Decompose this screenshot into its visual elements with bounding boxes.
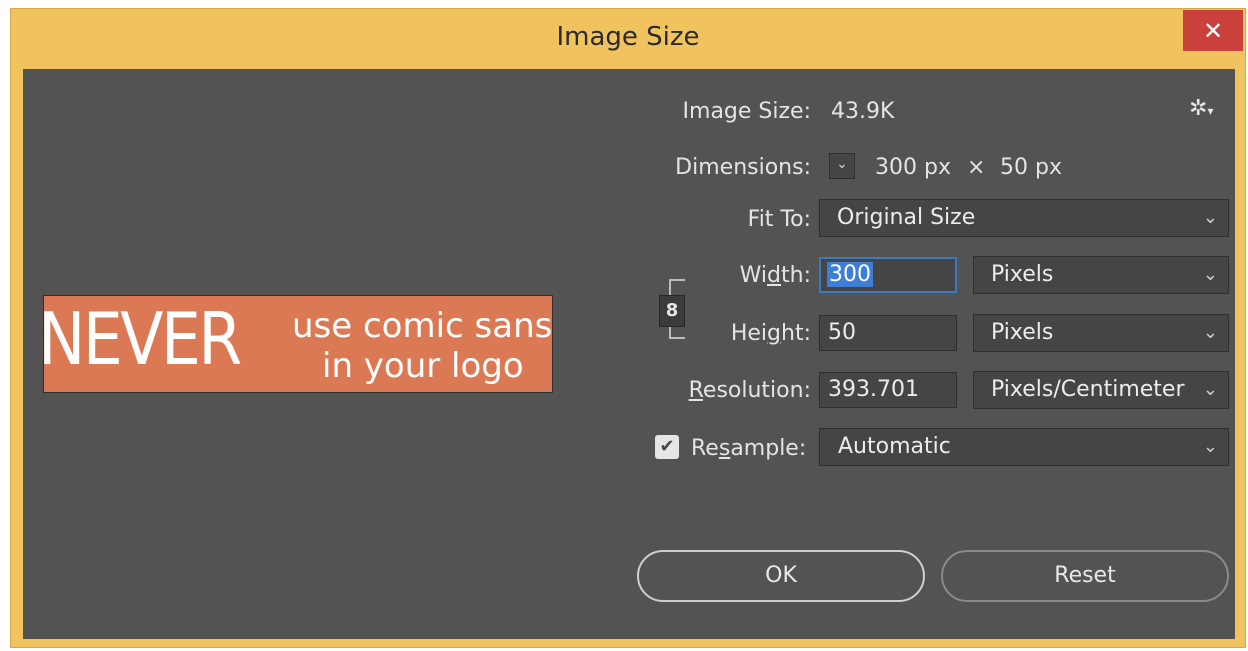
- width-unit-select[interactable]: Pixels ⌄: [973, 256, 1229, 294]
- fit-to-value: Original Size: [837, 205, 976, 230]
- image-size-label: Image Size:: [682, 99, 811, 124]
- width-label-a: Wi: [739, 263, 768, 288]
- chevron-down-icon: ⌄: [1202, 264, 1218, 285]
- resolution-label: Resolution:: [663, 378, 811, 403]
- height-label-b: g: [767, 321, 782, 346]
- gear-icon: ✲: [1189, 96, 1208, 121]
- height-label-a: Hei: [730, 321, 768, 346]
- title-bar[interactable]: Image Size ✕: [11, 9, 1245, 69]
- dimensions-height: 50 px: [1000, 155, 1062, 180]
- resolution-label-b: esolution:: [702, 378, 811, 403]
- constrain-proportions-button[interactable]: 8: [659, 295, 685, 327]
- resample-value: Automatic: [838, 434, 951, 459]
- fit-to-label: Fit To:: [747, 207, 811, 232]
- resolution-label-a: R: [688, 378, 703, 403]
- resample-label: Resample:: [691, 436, 811, 461]
- settings-menu-button[interactable]: ✲▾: [1189, 96, 1213, 121]
- dropdown-caret-icon: ▾: [1207, 104, 1214, 118]
- width-label: Width:: [703, 263, 811, 288]
- dialog-title: Image Size: [556, 22, 700, 52]
- fit-to-select[interactable]: Original Size ⌄: [819, 199, 1229, 237]
- height-label: Height:: [703, 321, 811, 346]
- close-icon: ✕: [1202, 16, 1224, 45]
- resample-label-c: ample:: [730, 436, 807, 461]
- resolution-unit-value: Pixels/Centimeter: [991, 377, 1185, 402]
- width-label-b: d: [767, 263, 782, 288]
- link-bracket-top: [669, 279, 685, 281]
- reset-button[interactable]: Reset: [941, 550, 1229, 602]
- dimensions-width: 300 px: [875, 155, 951, 180]
- resample-label-a: Re: [691, 436, 719, 461]
- close-button[interactable]: ✕: [1183, 10, 1243, 51]
- ok-button[interactable]: OK: [637, 550, 925, 602]
- dimensions-toggle[interactable]: ⌄: [829, 153, 855, 179]
- dimensions-label: Dimensions:: [675, 155, 811, 180]
- height-unit-value: Pixels: [991, 320, 1054, 345]
- resolution-input[interactable]: 393.701: [819, 372, 957, 408]
- height-unit-select[interactable]: Pixels ⌄: [973, 314, 1229, 352]
- resolution-unit-select[interactable]: Pixels/Centimeter ⌄: [973, 371, 1229, 409]
- resample-select[interactable]: Automatic ⌄: [819, 428, 1229, 466]
- preview-line1: use comic sans: [292, 306, 553, 346]
- resample-checkbox[interactable]: ✔: [655, 435, 679, 459]
- width-unit-value: Pixels: [991, 262, 1054, 287]
- checkmark-icon: ✔: [659, 436, 675, 457]
- chevron-down-icon: ⌄: [1202, 207, 1218, 228]
- resample-label-b: s: [718, 436, 731, 461]
- width-input[interactable]: 300: [819, 257, 957, 293]
- height-input[interactable]: 50: [819, 315, 957, 351]
- width-value: 300: [827, 262, 873, 287]
- link-bracket-bottom: [669, 337, 685, 339]
- preview-line2: in your logo: [322, 346, 524, 386]
- preview-big-text: NEVER: [43, 297, 242, 381]
- dimensions-times: ×: [967, 155, 986, 180]
- chevron-down-icon: ⌄: [1202, 436, 1218, 457]
- image-size-value: 43.9K: [831, 99, 895, 124]
- chevron-down-icon: ⌄: [836, 156, 848, 172]
- width-label-c: th:: [781, 263, 811, 288]
- chain-link-icon: 8: [665, 300, 679, 321]
- height-label-c: ht:: [781, 321, 811, 346]
- chevron-down-icon: ⌄: [1202, 379, 1218, 400]
- chevron-down-icon: ⌄: [1202, 322, 1218, 343]
- image-size-dialog: Image Size ✕ NEVER use comic sans in you…: [10, 8, 1246, 648]
- image-preview[interactable]: NEVER use comic sans in your logo: [43, 295, 553, 393]
- dialog-body: NEVER use comic sans in your logo Image …: [23, 69, 1235, 639]
